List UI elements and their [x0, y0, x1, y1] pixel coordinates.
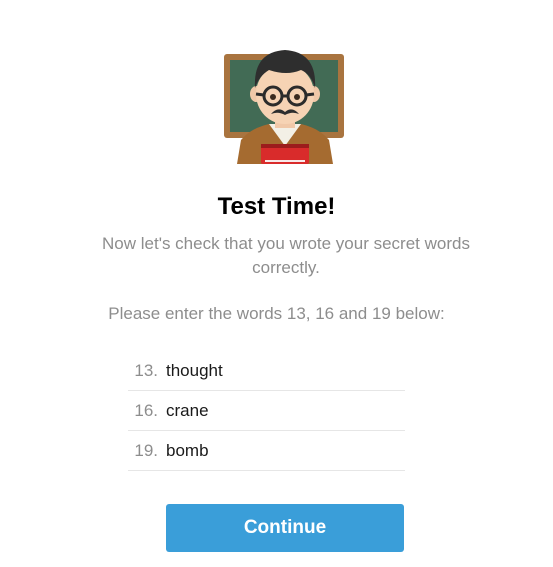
word-input-13[interactable] [166, 356, 398, 386]
word-entry-list: 13. 16. 19. [128, 351, 405, 471]
word-row-13: 13. [128, 351, 405, 391]
continue-button[interactable]: Continue [166, 504, 404, 552]
page-title: Test Time! [217, 193, 336, 220]
teacher-icon [221, 38, 349, 164]
word-row-19: 19. [128, 431, 405, 471]
word-row-16: 16. [128, 391, 405, 431]
test-time-page: Test Time! Now let's check that you wrot… [0, 0, 553, 567]
word-input-19[interactable] [166, 436, 398, 466]
word-input-16[interactable] [166, 396, 398, 426]
word-number: 16. [134, 401, 158, 420]
word-number: 19. [134, 441, 158, 460]
instruction-text: Please enter the words 13, 16 and 19 bel… [108, 304, 445, 323]
word-number: 13. [134, 361, 158, 380]
page-subtitle: Now let's check that you wrote your secr… [102, 234, 470, 277]
